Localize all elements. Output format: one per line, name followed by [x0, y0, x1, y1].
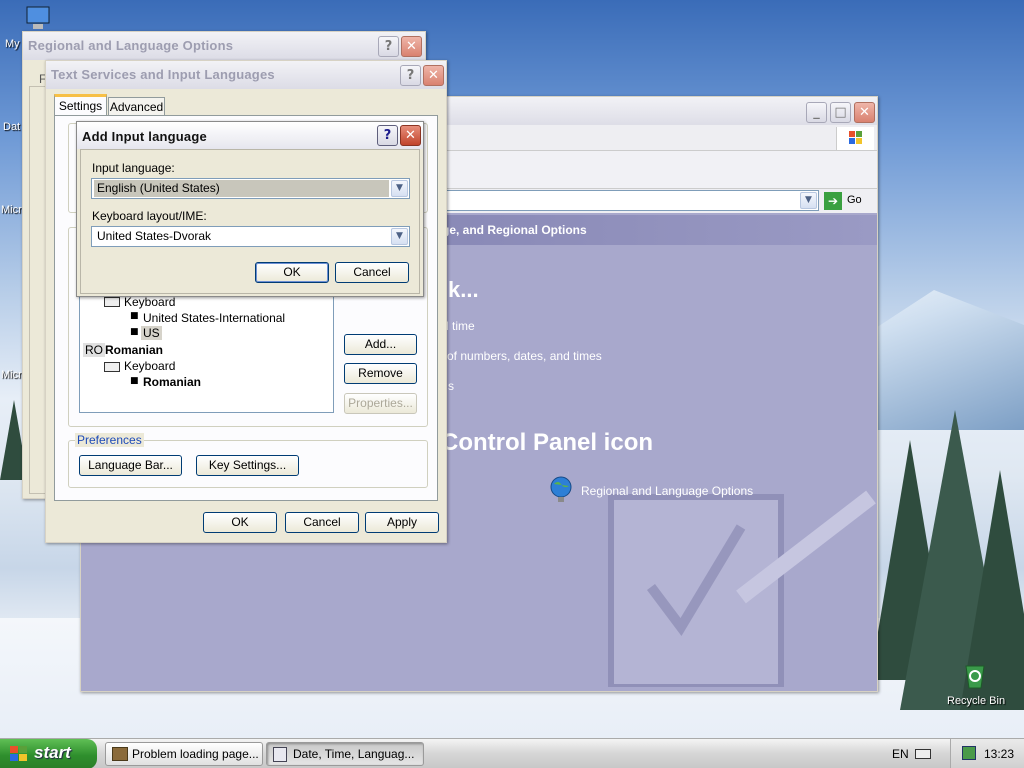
ok-button[interactable]: OK: [203, 512, 277, 533]
task-link[interactable]: of numbers, dates, and times: [447, 349, 602, 363]
close-icon[interactable]: ✕: [400, 125, 421, 146]
close-icon[interactable]: ✕: [423, 65, 444, 86]
keyboard-layout-value: United States-Dvorak: [97, 229, 212, 243]
tab-label: Advanced: [109, 100, 164, 114]
keyboard-layout-label: Keyboard layout/IME:: [92, 209, 207, 223]
cp-header-text: ge, and Regional Options: [442, 223, 587, 237]
maximize-icon[interactable]: □: [830, 102, 851, 123]
keyboard-icon: [104, 362, 120, 372]
chevron-down-icon[interactable]: ▼: [391, 228, 408, 245]
keyboard-icon: [104, 297, 120, 307]
system-tray: 13:23: [950, 739, 1024, 768]
tree-item[interactable]: United States-International: [143, 311, 285, 325]
tree-item-selected[interactable]: US: [141, 326, 162, 340]
tree-item[interactable]: Romanian: [143, 375, 201, 389]
taskbar-button[interactable]: Problem loading page...: [105, 742, 263, 766]
bullet-icon: ■: [130, 376, 139, 386]
desktop-icon-label: My: [5, 38, 20, 50]
input-language-value: English (United States): [94, 180, 389, 197]
close-icon[interactable]: ✕: [401, 36, 422, 57]
tree-item[interactable]: Keyboard: [124, 295, 175, 309]
keyboard-layout-select[interactable]: United States-Dvorak ▼: [91, 226, 410, 247]
my-computer-icon[interactable]: [24, 4, 54, 34]
dialog-title: Add Input language: [82, 129, 207, 144]
close-icon[interactable]: ✕: [854, 102, 875, 123]
taskbar: start Problem loading page... Date, Time…: [0, 738, 1024, 768]
address-input[interactable]: ▼: [441, 190, 819, 211]
taskbar-button[interactable]: Date, Time, Languag...: [266, 742, 424, 766]
go-arrow-icon[interactable]: ➔: [824, 192, 842, 210]
add-input-language-dialog: Add Input language ? ✕ Input language: E…: [76, 121, 424, 297]
start-button[interactable]: start: [0, 739, 97, 768]
recycle-bin-label: Recycle Bin: [947, 695, 1006, 707]
pick-icon-heading: Control Panel icon: [441, 429, 654, 456]
bullet-icon: ■: [130, 311, 139, 321]
chevron-down-icon[interactable]: ▼: [391, 180, 408, 197]
bullet-icon: ■: [130, 327, 139, 337]
text-services-titlebar: Text Services and Input Languages: [46, 61, 446, 89]
window-title: Regional and Language Options: [28, 38, 234, 53]
language-indicator[interactable]: EN: [892, 747, 909, 761]
language-code-badge: RO: [83, 343, 105, 357]
recycle-bin-icon[interactable]: [960, 658, 990, 689]
cancel-button[interactable]: Cancel: [285, 512, 359, 533]
ok-button[interactable]: OK: [255, 262, 329, 283]
chevron-down-icon[interactable]: ▼: [800, 192, 817, 209]
globe-icon[interactable]: [548, 475, 574, 503]
keyboard-icon[interactable]: [915, 749, 931, 759]
desktop-icon-label: Dat: [3, 121, 21, 133]
taskbar-button-label: Date, Time, Languag...: [293, 747, 415, 761]
task-link[interactable]: s: [448, 379, 454, 393]
preferences-legend: Preferences: [75, 433, 144, 447]
tab-advanced[interactable]: Advanced: [108, 97, 165, 116]
regional-options-titlebar: Regional and Language Options: [23, 32, 425, 60]
clock[interactable]: 13:23: [984, 747, 1014, 761]
remove-button[interactable]: Remove: [344, 363, 417, 384]
minimize-icon[interactable]: _: [806, 102, 827, 123]
properties-button[interactable]: Properties...: [344, 393, 417, 414]
go-label[interactable]: Go: [847, 194, 862, 206]
window-title: Text Services and Input Languages: [51, 67, 275, 82]
desktop-icon-label: Micr: [1, 204, 22, 216]
help-icon[interactable]: ?: [378, 36, 399, 57]
tree-item[interactable]: Keyboard: [124, 359, 175, 373]
tree-item[interactable]: Romanian: [105, 343, 163, 357]
tab-label: Settings: [58, 99, 103, 113]
regional-language-link[interactable]: Regional and Language Options: [581, 484, 753, 498]
key-settings-button[interactable]: Key Settings...: [196, 455, 299, 476]
language-bar-button[interactable]: Language Bar...: [79, 455, 182, 476]
input-language-label: Input language:: [92, 161, 175, 175]
add-input-language-titlebar: Add Input language: [77, 122, 423, 149]
apply-button[interactable]: Apply: [365, 512, 439, 533]
windows-flag-icon: [10, 746, 27, 761]
cancel-button[interactable]: Cancel: [335, 262, 409, 283]
start-label: start: [34, 743, 71, 762]
tab-settings[interactable]: Settings: [54, 94, 107, 116]
watermark-checklist-icon: [608, 490, 876, 687]
taskbar-button-label: Problem loading page...: [132, 747, 259, 761]
help-icon[interactable]: ?: [400, 65, 421, 86]
input-language-select[interactable]: English (United States) ▼: [91, 178, 410, 199]
pick-task-heading: k...: [448, 277, 479, 302]
help-icon[interactable]: ?: [377, 125, 398, 146]
browser-icon: [112, 747, 128, 761]
desktop-icon-label: Micr: [1, 369, 22, 381]
windows-logo: [836, 127, 874, 150]
installed-languages-list[interactable]: Keyboard ■ United States-International ■…: [79, 293, 334, 413]
add-button[interactable]: Add...: [344, 334, 417, 355]
control-panel-icon: [273, 747, 287, 762]
network-icon[interactable]: [962, 746, 976, 760]
